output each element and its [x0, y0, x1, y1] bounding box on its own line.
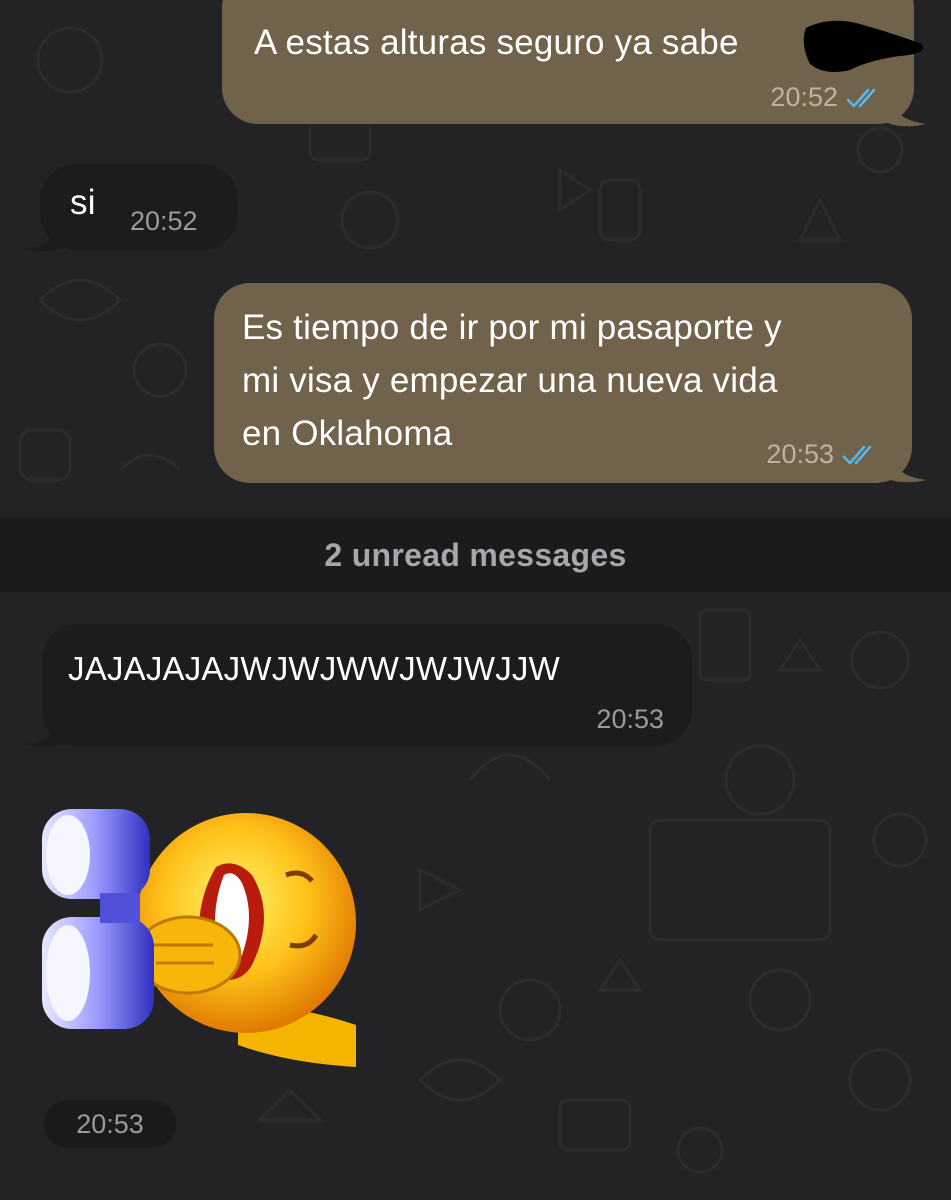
message-line: mi visa y empezar una nueva vida [242, 361, 778, 400]
message-text: si [70, 183, 96, 222]
message-meta: 20:52 [130, 206, 198, 237]
message-meta: 20:52 [770, 82, 884, 113]
read-receipt-icon [846, 88, 876, 107]
outgoing-message[interactable]: Es tiempo de ir por mi pasaporte y mi vi… [214, 283, 912, 483]
message-text: A estas alturas seguro ya sabe [254, 23, 739, 62]
message-meta: 20:53 [766, 439, 880, 470]
unread-messages-banner: 2 unread messages [0, 518, 951, 592]
message-line: en Oklahoma [242, 414, 453, 453]
sticker-time: 20:53 [44, 1100, 176, 1148]
message-time: 20:52 [130, 206, 198, 236]
incoming-message[interactable]: si 20:52 [40, 164, 238, 250]
read-receipt-icon [842, 445, 872, 464]
message-time: 20:52 [770, 82, 838, 112]
message-time: 20:53 [596, 704, 664, 734]
message-meta: 20:53 [596, 704, 664, 735]
message-line: Es tiempo de ir por mi pasaporte y [242, 308, 782, 347]
laughing-binoculars-sticker-icon[interactable] [38, 805, 358, 1075]
redaction-mark [803, 20, 924, 72]
unread-messages-label: 2 unread messages [324, 536, 627, 573]
incoming-message[interactable]: JAJAJAJAJWJWJWWJWJWJJW 20:53 [42, 624, 692, 746]
message-time: 20:53 [766, 439, 834, 469]
message-text: JAJAJAJAJWJWJWWJWJWJJW [68, 650, 560, 687]
